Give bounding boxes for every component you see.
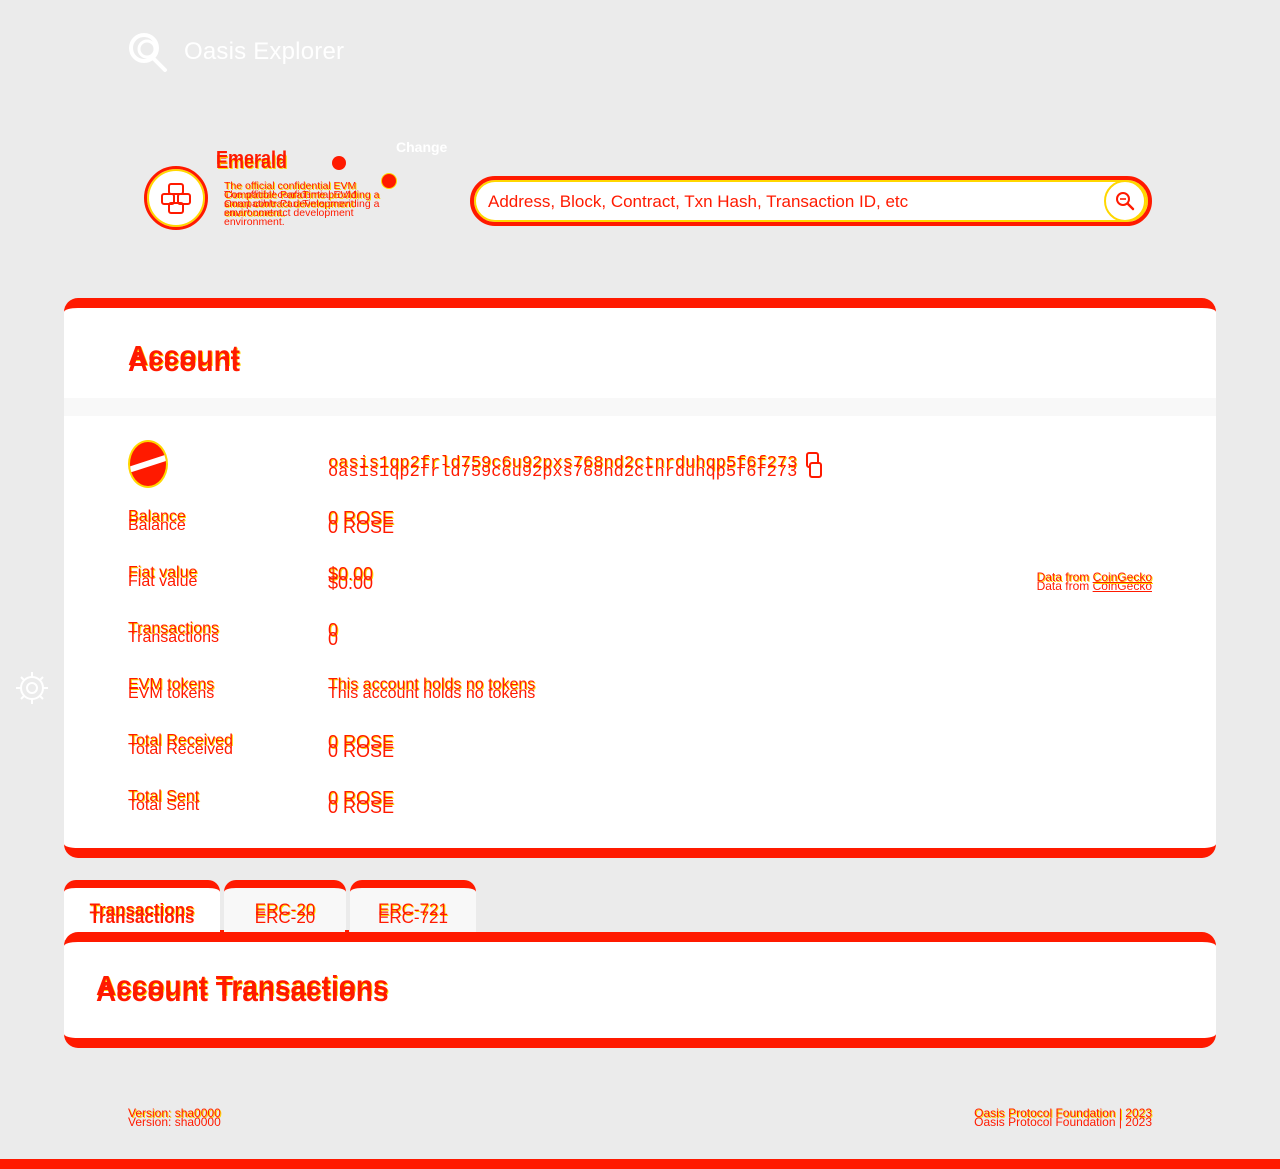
fiat-row: Fiat value $0.00 Data from CoinGecko xyxy=(128,564,1152,594)
fiat-source-prefix: Data from xyxy=(1036,570,1090,584)
fiat-value: $0.00 xyxy=(328,564,374,584)
evm-tokens-value: This account holds no tokens xyxy=(328,676,536,693)
fiat-label: Fiat value xyxy=(128,564,198,581)
account-avatar xyxy=(128,440,168,488)
search-icon xyxy=(1116,192,1135,211)
change-paratime-button[interactable]: Change xyxy=(396,139,447,155)
transactions-value: 0 xyxy=(328,620,339,640)
copy-icon[interactable] xyxy=(806,452,822,478)
balance-value: 0 ROSE xyxy=(328,508,395,528)
total-sent-label: Total Sent xyxy=(128,788,200,805)
paratime-icon xyxy=(144,166,208,230)
paratime-selector: Emerald The official confidential EVM Co… xyxy=(140,148,440,248)
settings-gear-icon[interactable] xyxy=(12,668,52,708)
app-header: Oasis Explorer xyxy=(128,32,344,72)
account-transactions-title: Account Transactions xyxy=(96,970,389,1001)
bottom-bar xyxy=(0,1159,1280,1169)
app-title[interactable]: Oasis Explorer xyxy=(184,38,344,66)
search-input[interactable] xyxy=(488,192,1088,212)
evm-tokens-label: EVM tokens xyxy=(128,676,215,693)
paratime-description: The official confidential EVM Compatible… xyxy=(224,180,380,219)
transactions-label: Transactions xyxy=(128,620,219,637)
total-sent-row: Total Sent 0 ROSE xyxy=(128,788,1152,818)
balance-row: Balance 0 ROSE xyxy=(128,508,1152,538)
search-bar xyxy=(470,176,1152,226)
account-transactions-card: Account Transactions xyxy=(64,932,1216,1048)
status-indicator-icon xyxy=(332,156,346,170)
search-button[interactable] xyxy=(1104,180,1146,222)
evm-tokens-row: EVM tokens This account holds no tokens xyxy=(128,676,1152,706)
oasis-logo-icon[interactable] xyxy=(128,32,168,72)
transactions-row: Transactions 0 xyxy=(128,620,1152,650)
coingecko-link[interactable]: CoinGecko xyxy=(1093,570,1152,584)
total-received-value: 0 ROSE xyxy=(328,732,395,752)
total-received-label: Total Received xyxy=(128,732,233,749)
version-text: Version: sha0000 xyxy=(128,1106,221,1120)
account-address: oasis1qp2frld759c6u92pxs768nd2ctnrduhqp5… xyxy=(328,454,798,473)
tab-erc-20[interactable]: ERC-20 xyxy=(224,880,346,940)
copyright-text: Oasis Protocol Foundation | 2023 xyxy=(974,1106,1152,1120)
total-sent-value: 0 ROSE xyxy=(328,788,395,808)
tab-transactions[interactable]: Transactions xyxy=(64,880,220,940)
total-received-row: Total Received 0 ROSE xyxy=(128,732,1152,762)
fiat-source: Data from CoinGecko xyxy=(1037,570,1152,584)
account-card: Account oasis1qp2frld759c6u92pxs768nd2ct… xyxy=(64,298,1216,858)
account-title: Account xyxy=(128,340,240,371)
paratime-name: Emerald xyxy=(216,152,288,172)
tab-erc-721[interactable]: ERC-721 xyxy=(350,880,476,940)
divider xyxy=(64,398,1216,416)
balance-label: Balance xyxy=(128,508,186,525)
